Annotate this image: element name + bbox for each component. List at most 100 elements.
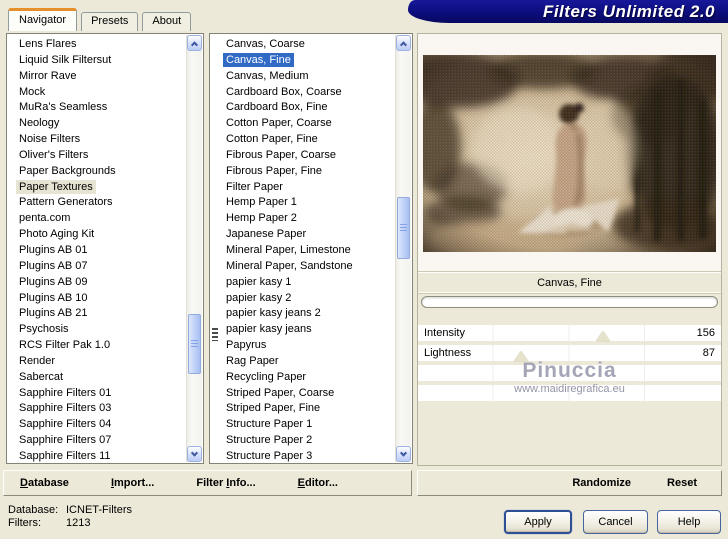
- list-item[interactable]: Sapphire Filters 11: [8, 449, 186, 462]
- slider-label: Intensity: [424, 327, 465, 339]
- list-item[interactable]: Pattern Generators: [8, 195, 186, 211]
- list-item[interactable]: Mirror Rave: [8, 69, 186, 85]
- preview-panel: Canvas, Fine Intensity 156 Lightness 87 …: [417, 33, 722, 466]
- slider-label: Lightness: [424, 347, 472, 359]
- chevron-up-icon: [399, 40, 408, 48]
- list-item[interactable]: Lens Flares: [8, 37, 186, 53]
- list-item[interactable]: Structure Paper 2: [211, 433, 395, 449]
- list-item[interactable]: Render: [8, 354, 186, 370]
- list-item[interactable]: Recycling Paper: [211, 370, 395, 386]
- list-item[interactable]: papier kasy jeans 2: [211, 306, 395, 322]
- list-item[interactable]: papier kasy jeans: [211, 322, 395, 338]
- list-item[interactable]: Hemp Paper 2: [211, 211, 395, 227]
- list-item[interactable]: Sapphire Filters 07: [8, 433, 186, 449]
- list-item[interactable]: Paper Textures: [8, 179, 186, 196]
- apply-button[interactable]: Apply: [504, 510, 572, 534]
- editor-button[interactable]: Editor...: [298, 477, 338, 489]
- database-status-value: ICNET-Filters: [66, 504, 132, 516]
- list-item[interactable]: Photo Aging Kit: [8, 227, 186, 243]
- list-item[interactable]: Fibrous Paper, Coarse: [211, 148, 395, 164]
- filter-list-items: Canvas, Coarse Canvas, Fine Canvas, Medium…: [211, 35, 395, 462]
- help-button[interactable]: Help: [657, 510, 721, 534]
- list-item[interactable]: Mock: [8, 85, 186, 101]
- list-item[interactable]: Sapphire Filters 03: [8, 401, 186, 417]
- list-item[interactable]: Mineral Paper, Limestone: [211, 243, 395, 259]
- list-item[interactable]: Canvas, Fine: [211, 52, 395, 69]
- list-item[interactable]: Japanese Paper: [211, 227, 395, 243]
- empty-slider-row: [418, 365, 721, 381]
- list-item[interactable]: Canvas, Coarse: [211, 37, 395, 53]
- list-item[interactable]: Oliver's Filters: [8, 148, 186, 164]
- scroll-thumb[interactable]: [397, 197, 410, 259]
- list-item[interactable]: Plugins AB 07: [8, 259, 186, 275]
- scroll-up-button[interactable]: [187, 35, 202, 51]
- list-item[interactable]: Structure Paper 3: [211, 449, 395, 462]
- list-item[interactable]: RCS Filter Pak 1.0: [8, 338, 186, 354]
- list-item[interactable]: Papyrus: [211, 338, 395, 354]
- list-item[interactable]: Canvas, Medium: [211, 69, 395, 85]
- slider-thumb[interactable]: [514, 351, 529, 361]
- filter-scrollbar[interactable]: [395, 35, 411, 462]
- grip-cursor-icon: [212, 328, 218, 341]
- list-item[interactable]: Structure Paper 1: [211, 417, 395, 433]
- tab-about[interactable]: About: [142, 12, 192, 31]
- list-item[interactable]: Sabercat: [8, 370, 186, 386]
- filters-count-label: Filters:: [8, 517, 41, 529]
- list-item[interactable]: papier kasy 2: [211, 291, 395, 307]
- database-button[interactable]: Database: [20, 477, 69, 489]
- scroll-thumb[interactable]: [188, 314, 201, 374]
- list-item[interactable]: Cardboard Box, Fine: [211, 100, 395, 116]
- randomize-button[interactable]: Randomize: [572, 477, 631, 489]
- scroll-down-button[interactable]: [187, 446, 202, 462]
- list-item[interactable]: Plugins AB 21: [8, 306, 186, 322]
- list-item[interactable]: Rag Paper: [211, 354, 395, 370]
- list-item[interactable]: Neology: [8, 116, 186, 132]
- list-item[interactable]: Sapphire Filters 04: [8, 417, 186, 433]
- preview-image[interactable]: [423, 55, 716, 252]
- list-item[interactable]: Psychosis: [8, 322, 186, 338]
- tab-navigator[interactable]: Navigator: [8, 8, 78, 31]
- list-item[interactable]: Striped Paper, Coarse: [211, 386, 395, 402]
- list-item[interactable]: papier kasy 1: [211, 275, 395, 291]
- list-item[interactable]: Mineral Paper, Sandstone: [211, 259, 395, 275]
- slider-thumb[interactable]: [595, 331, 610, 341]
- list-item[interactable]: Plugins AB 01: [8, 243, 186, 259]
- reset-button[interactable]: Reset: [667, 477, 697, 489]
- right-toolbar: Randomize Reset: [417, 470, 722, 496]
- list-item[interactable]: Cotton Paper, Coarse: [211, 116, 395, 132]
- filters-count-value: 1213: [66, 517, 91, 529]
- list-item[interactable]: Paper Backgrounds: [8, 164, 186, 180]
- list-item[interactable]: penta.com: [8, 211, 186, 227]
- list-item[interactable]: Cardboard Box, Coarse: [211, 85, 395, 101]
- title-banner: Filters Unlimited 2.0: [408, 0, 728, 23]
- chevron-down-icon: [399, 449, 408, 457]
- list-item[interactable]: MuRa's Seamless: [8, 100, 186, 116]
- list-item[interactable]: Hemp Paper 1: [211, 195, 395, 211]
- grip-icon: [400, 223, 407, 233]
- grip-icon: [191, 339, 198, 349]
- lightness-slider[interactable]: Lightness 87: [418, 345, 721, 361]
- list-item[interactable]: Cotton Paper, Fine: [211, 132, 395, 148]
- intensity-slider[interactable]: Intensity 156: [418, 325, 721, 341]
- list-item[interactable]: Noise Filters: [8, 132, 186, 148]
- filter-info-button[interactable]: Filter Info...: [196, 477, 255, 489]
- navigator-scrollbar[interactable]: [186, 35, 202, 462]
- cancel-button[interactable]: Cancel: [583, 510, 648, 534]
- filters-unlimited-dialog: Filters Unlimited 2.0 Navigator Presets …: [0, 0, 728, 539]
- tab-presets[interactable]: Presets: [81, 12, 139, 31]
- list-item[interactable]: Plugins AB 10: [8, 291, 186, 307]
- scroll-up-button[interactable]: [396, 35, 411, 51]
- database-status-label: Database:: [8, 504, 59, 516]
- list-item[interactable]: Plugins AB 09: [8, 275, 186, 291]
- list-item[interactable]: Filter Paper: [211, 180, 395, 196]
- import-button[interactable]: Import...: [111, 477, 154, 489]
- list-item[interactable]: Striped Paper, Fine: [211, 401, 395, 417]
- navigator-list: Lens Flares Liquid Silk Filtersut Mirror R…: [6, 33, 204, 464]
- scroll-down-button[interactable]: [396, 446, 411, 462]
- preview-frame: [418, 34, 721, 272]
- status-bar: Database: ICNET-Filters Filters: 1213: [8, 504, 132, 530]
- chevron-up-icon: [190, 40, 199, 48]
- list-item[interactable]: Sapphire Filters 01: [8, 386, 186, 402]
- list-item[interactable]: Fibrous Paper, Fine: [211, 164, 395, 180]
- list-item[interactable]: Liquid Silk Filtersut: [8, 53, 186, 69]
